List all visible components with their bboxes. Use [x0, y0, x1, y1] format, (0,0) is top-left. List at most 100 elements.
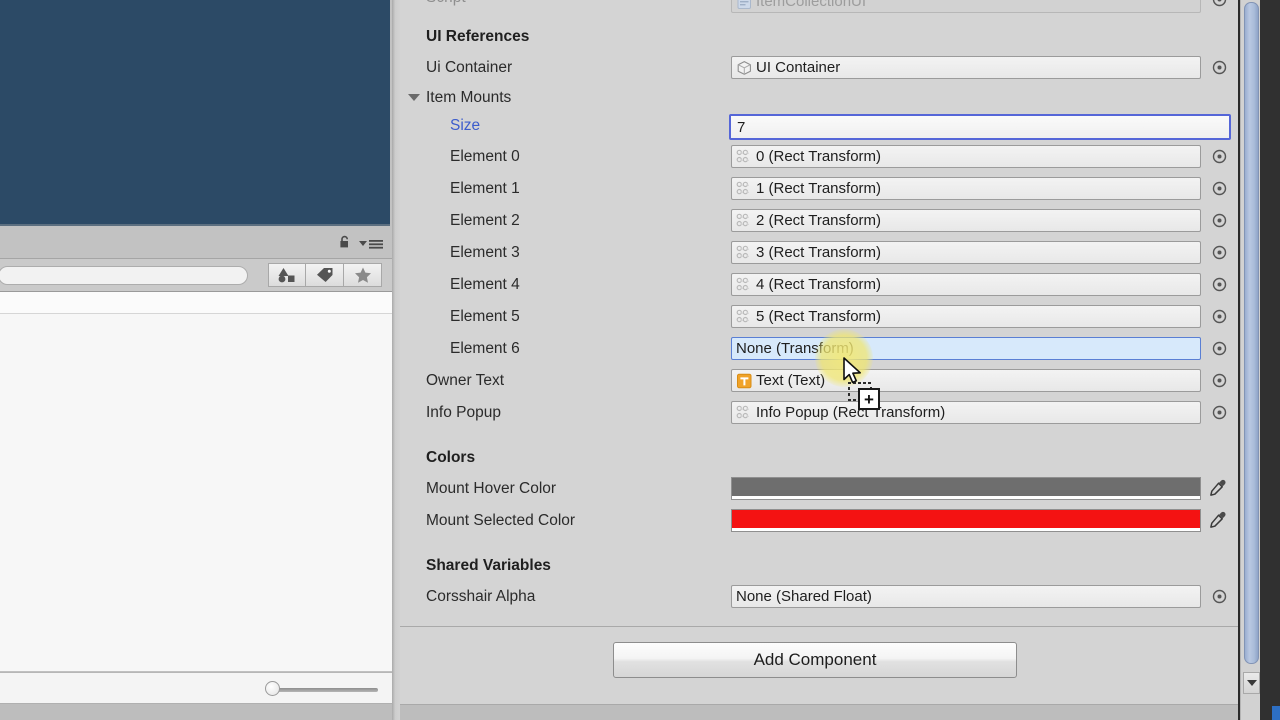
- field-label: Element 3: [450, 244, 520, 261]
- field-label: Size: [450, 117, 481, 134]
- foldout-label: Item Mounts: [426, 88, 512, 106]
- field-label: Mount Selected Color: [426, 512, 576, 529]
- panel-divider[interactable]: [392, 0, 400, 720]
- foldout-item-mounts[interactable]: Item Mounts: [400, 84, 1238, 111]
- inspector-row-element-0: Element 0 0 (Rect Transform): [400, 141, 1238, 173]
- hamburger-menu-icon[interactable]: [358, 237, 384, 249]
- unity-editor-window: Script ItemCollectionUI UI References Ui …: [0, 0, 1280, 720]
- object-reference-field[interactable]: 1 (Rect Transform): [731, 177, 1201, 200]
- object-picker-icon[interactable]: [1212, 245, 1227, 260]
- object-reference-field[interactable]: Info Popup (Rect Transform): [731, 401, 1201, 424]
- inspector-row-script: Script ItemCollectionUI: [400, 0, 1238, 13]
- scene-view-panel[interactable]: [0, 0, 390, 226]
- array-size-input[interactable]: 7: [729, 114, 1231, 140]
- inspector-row-size: Size 7: [400, 111, 1238, 141]
- project-filter-buttons: [268, 263, 382, 287]
- field-label: Element 6: [450, 340, 520, 357]
- object-picker-icon[interactable]: [1212, 341, 1227, 356]
- object-reference-field[interactable]: 4 (Rect Transform): [731, 273, 1201, 296]
- add-component-area: Add Component: [400, 626, 1238, 704]
- field-label: Element 0: [450, 148, 520, 165]
- inspector-row-ui-container: Ui Container UI Container: [400, 52, 1238, 84]
- field-label: Element 1: [450, 180, 520, 197]
- text-component-icon: [737, 373, 752, 388]
- section-header-ui-references: UI References: [400, 22, 1238, 52]
- section-header-shared-variables: Shared Variables: [400, 551, 1238, 581]
- inspector-row-info-popup: Info Popup Info Popup (Rect Transform): [400, 397, 1238, 429]
- zoom-slider-handle[interactable]: [265, 681, 280, 696]
- object-picker-icon[interactable]: [1212, 181, 1227, 196]
- chevron-down-icon[interactable]: [408, 94, 420, 101]
- rect-transform-icon: [736, 181, 749, 194]
- eyedropper-icon[interactable]: [1208, 510, 1228, 530]
- color-alpha-bar: [732, 496, 1200, 499]
- object-picker-icon[interactable]: [1212, 60, 1227, 75]
- scrollbar-thumb[interactable]: [1244, 2, 1259, 664]
- field-label: Element 2: [450, 212, 520, 229]
- object-reference-field[interactable]: None (Transform): [731, 337, 1201, 360]
- rect-transform-icon: [736, 405, 749, 418]
- lock-open-icon[interactable]: [338, 235, 352, 249]
- inspector-scrollbar[interactable]: [1240, 0, 1260, 720]
- object-picker-icon[interactable]: [1212, 213, 1227, 228]
- color-alpha-bar: [732, 528, 1200, 531]
- project-panel-footer: [0, 672, 392, 704]
- color-swatch-field[interactable]: [731, 477, 1201, 500]
- scrollbar-down-button[interactable]: [1243, 672, 1260, 694]
- filter-favorites-icon[interactable]: [344, 263, 382, 287]
- inspector-row-element-5: Element 5 5 (Rect Transform): [400, 301, 1238, 333]
- zoom-slider-track[interactable]: [273, 688, 378, 692]
- field-label: Element 5: [450, 308, 520, 325]
- object-reference-field[interactable]: UI Container: [731, 56, 1201, 79]
- field-value: ItemCollectionUI: [756, 0, 867, 10]
- inspector-row-corsshair-alpha: Corsshair Alpha None (Shared Float): [400, 581, 1238, 613]
- inspector-row-element-4: Element 4 4 (Rect Transform): [400, 269, 1238, 301]
- field-value: 0 (Rect Transform): [756, 148, 882, 165]
- inspector-row-element-6: Element 6 None (Transform): [400, 333, 1238, 365]
- inspector-panel: Script ItemCollectionUI UI References Ui …: [400, 0, 1238, 720]
- field-label: Mount Hover Color: [426, 480, 557, 497]
- inspector-row-mount-selected-color: Mount Selected Color: [400, 505, 1238, 537]
- object-picker-icon[interactable]: [1212, 373, 1227, 388]
- object-picker-icon[interactable]: [1212, 309, 1227, 324]
- filter-by-type-icon[interactable]: [268, 263, 306, 287]
- thumbnail-zoom-slider[interactable]: [265, 681, 380, 696]
- project-search-bar: [0, 258, 392, 292]
- object-reference-field[interactable]: Text (Text): [731, 369, 1201, 392]
- add-component-button[interactable]: Add Component: [613, 642, 1017, 678]
- field-label: Owner Text: [426, 372, 505, 389]
- object-picker-icon[interactable]: [1212, 589, 1227, 604]
- field-value: Text (Text): [756, 372, 826, 389]
- object-reference-field[interactable]: 3 (Rect Transform): [731, 241, 1201, 264]
- rect-transform-icon: [736, 245, 749, 258]
- filter-by-label-icon[interactable]: [306, 263, 344, 287]
- object-reference-field[interactable]: 5 (Rect Transform): [731, 305, 1201, 328]
- color-swatch-field[interactable]: [731, 509, 1201, 532]
- rect-transform-icon: [736, 277, 749, 290]
- status-bar-left: [0, 704, 392, 720]
- search-input[interactable]: [0, 265, 248, 285]
- object-reference-field[interactable]: 0 (Rect Transform): [731, 145, 1201, 168]
- inspector-row-mount-hover-color: Mount Hover Color: [400, 473, 1238, 505]
- cs-script-icon: [737, 0, 751, 9]
- field-label: Element 4: [450, 276, 520, 293]
- project-browser-list[interactable]: [0, 292, 392, 672]
- object-reference-field[interactable]: None (Shared Float): [731, 585, 1201, 608]
- object-picker-icon[interactable]: [1212, 149, 1227, 164]
- window-right-edge: [1260, 0, 1280, 720]
- gameobject-cube-icon: [737, 60, 751, 75]
- object-reference-field[interactable]: 2 (Rect Transform): [731, 209, 1201, 232]
- field-value: None (Transform): [736, 340, 854, 357]
- eyedropper-icon[interactable]: [1208, 478, 1228, 498]
- project-list-row[interactable]: [0, 292, 392, 314]
- field-value: 3 (Rect Transform): [756, 244, 882, 261]
- field-label: Corsshair Alpha: [426, 588, 536, 605]
- object-picker-icon[interactable]: [1212, 0, 1227, 7]
- field-label: Script: [426, 0, 466, 7]
- script-object-field: ItemCollectionUI: [731, 0, 1201, 13]
- object-picker-icon[interactable]: [1212, 405, 1227, 420]
- inspector-scroll-content: Script ItemCollectionUI UI References Ui …: [400, 0, 1238, 626]
- status-bar-right: [400, 704, 1238, 720]
- object-picker-icon[interactable]: [1212, 277, 1227, 292]
- field-value: 1 (Rect Transform): [756, 180, 882, 197]
